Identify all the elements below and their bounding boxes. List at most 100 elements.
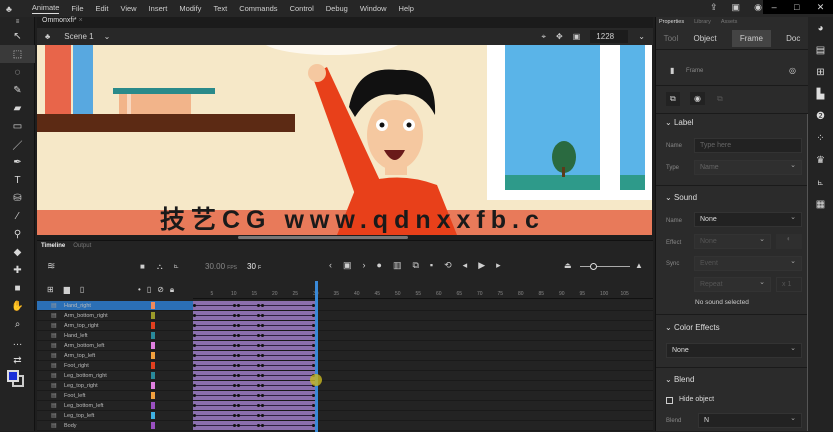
bone-tool-icon[interactable]: ✚ <box>0 261 35 279</box>
close-tab-icon[interactable]: × <box>79 17 83 24</box>
zoom-field[interactable]: 1228 <box>590 30 629 43</box>
share-icon[interactable]: ⇪ <box>710 2 718 13</box>
layer-row[interactable]: ▤ Arm_top_left <box>37 351 653 361</box>
frame-tween-icon[interactable]: ⧉ <box>412 260 418 271</box>
keyframe[interactable] <box>233 324 236 327</box>
layer-row[interactable]: ▤ Leg_bottom_left <box>37 401 653 411</box>
keyframe[interactable] <box>233 374 236 377</box>
keyframe[interactable] <box>257 414 260 417</box>
swatches-panel-icon[interactable]: ▦ <box>808 193 833 215</box>
menu-file[interactable]: File <box>71 4 83 13</box>
text-tool-icon[interactable]: T <box>0 171 35 189</box>
layer-row[interactable]: ▤ Leg_top_left <box>37 411 653 421</box>
document-tab[interactable]: Ommonxfi* × <box>37 17 653 28</box>
loop-icon[interactable]: ⟲ <box>444 260 452 271</box>
subtab-tool[interactable]: Tool <box>664 34 679 43</box>
components-panel-icon[interactable]: ♛ <box>808 149 833 171</box>
layer-row[interactable]: ▤ Leg_bottom_right <box>37 371 653 381</box>
keyframe[interactable] <box>237 404 240 407</box>
align-panel-icon[interactable]: ⊞ <box>808 61 833 83</box>
keyframe[interactable] <box>233 384 236 387</box>
layer-row[interactable]: ▤ Foot_left <box>37 391 653 401</box>
keyframe[interactable] <box>237 384 240 387</box>
subtab-doc[interactable]: Doc <box>786 34 800 43</box>
keyframe[interactable] <box>193 324 196 327</box>
keyframe[interactable] <box>257 334 260 337</box>
toolbar-grip[interactable]: ≡ <box>0 17 35 27</box>
layer-name[interactable]: Leg_top_right <box>64 383 98 389</box>
tab-assets[interactable]: Assets <box>721 19 738 26</box>
color-swatches[interactable] <box>0 369 34 391</box>
pin-tool-icon[interactable]: ⚲ <box>0 225 35 243</box>
tab-output[interactable]: Output <box>73 243 91 249</box>
layer-name[interactable]: Arm_top_right <box>64 323 99 329</box>
workspace-icon[interactable]: ▣ <box>732 2 741 13</box>
keyframe[interactable] <box>237 314 240 317</box>
tab-properties[interactable]: Properties <box>659 19 684 26</box>
layer-frames[interactable] <box>193 321 317 330</box>
keyframe[interactable] <box>237 344 240 347</box>
keyframe[interactable] <box>237 304 240 307</box>
hide-object-checkbox[interactable] <box>666 397 673 404</box>
keyframe[interactable] <box>233 334 236 337</box>
label-type-select[interactable]: Name <box>694 160 802 175</box>
layer-row[interactable]: ▤ Hand_right <box>37 301 653 311</box>
layer-name[interactable]: Leg_top_left <box>64 413 94 419</box>
menu-edit[interactable]: Edit <box>96 4 109 13</box>
line-tool-icon[interactable]: ／ <box>0 135 35 153</box>
chevron-down-icon[interactable]: ⌄ <box>104 32 111 41</box>
more-tools-icon[interactable]: … <box>0 333 35 351</box>
layer-color-swatch[interactable] <box>151 342 155 349</box>
link-icon[interactable]: ⧉ <box>713 92 727 106</box>
keyframe[interactable] <box>193 394 196 397</box>
zoom-tool-icon[interactable]: ⌕ <box>0 315 35 333</box>
highlight-icon[interactable]: • <box>138 285 141 295</box>
layer-row[interactable]: ▤ Hand_left <box>37 331 653 341</box>
color-effect-select[interactable]: None <box>666 343 802 358</box>
keyframe[interactable] <box>237 334 240 337</box>
layer-row[interactable]: ▤ Foot_right <box>37 361 653 371</box>
label-section-header[interactable]: ⌄ Label <box>656 118 809 127</box>
keyframe[interactable] <box>193 384 196 387</box>
menu-view[interactable]: View <box>120 4 136 13</box>
subtab-object[interactable]: Object <box>693 34 716 43</box>
keyframe[interactable] <box>237 394 240 397</box>
layer-frames[interactable] <box>193 401 317 410</box>
keyframe[interactable] <box>261 404 264 407</box>
camera-tool-icon[interactable]: ■ <box>0 279 35 297</box>
sound-repeat-select[interactable]: Repeat <box>694 277 771 292</box>
brush-tool-icon[interactable]: ✎ <box>0 81 35 99</box>
layer-row[interactable]: ▤ Body <box>37 421 653 431</box>
maximize-icon[interactable]: □ <box>794 2 799 12</box>
edit-multiple-frames-icon[interactable]: ▥ <box>393 260 402 271</box>
blend-section-header[interactable]: ⌄ Blend <box>656 375 809 384</box>
frame-settings-icon[interactable]: ◎ <box>789 66 796 75</box>
layer-name[interactable]: Body <box>64 423 77 429</box>
layer-frames[interactable] <box>193 411 317 420</box>
keyframe[interactable] <box>233 344 236 347</box>
keyframe[interactable] <box>261 324 264 327</box>
current-frame[interactable]: 30 F <box>247 262 261 271</box>
keyframe[interactable] <box>261 394 264 397</box>
layer-color-swatch[interactable] <box>151 302 155 309</box>
selection-tool-icon[interactable]: ↖ <box>0 27 35 45</box>
layer-frames[interactable] <box>193 421 317 430</box>
keyframe[interactable] <box>237 414 240 417</box>
layer-color-swatch[interactable] <box>151 332 155 339</box>
clip-icon[interactable]: ▣ <box>573 32 581 41</box>
layer-color-swatch[interactable] <box>151 312 155 319</box>
layer-color-swatch[interactable] <box>151 382 155 389</box>
layers-icon[interactable]: ≋ <box>47 261 55 272</box>
layer-name[interactable]: Leg_bottom_right <box>64 373 107 379</box>
hand-tool-icon[interactable]: ✋ <box>0 297 35 315</box>
layer-color-swatch[interactable] <box>151 412 155 419</box>
menu-commands[interactable]: Commands <box>239 4 277 13</box>
layer-row[interactable]: ▤ Arm_top_right <box>37 321 653 331</box>
zoom-frames-icon[interactable]: ▲ <box>635 261 643 270</box>
keyframe[interactable] <box>257 304 260 307</box>
menu-window[interactable]: Window <box>360 4 387 13</box>
keyframe[interactable] <box>193 334 196 337</box>
menu-insert[interactable]: Insert <box>149 4 168 13</box>
layer-color-swatch[interactable] <box>151 322 155 329</box>
rectangle-tool-icon[interactable]: ▭ <box>0 117 35 135</box>
